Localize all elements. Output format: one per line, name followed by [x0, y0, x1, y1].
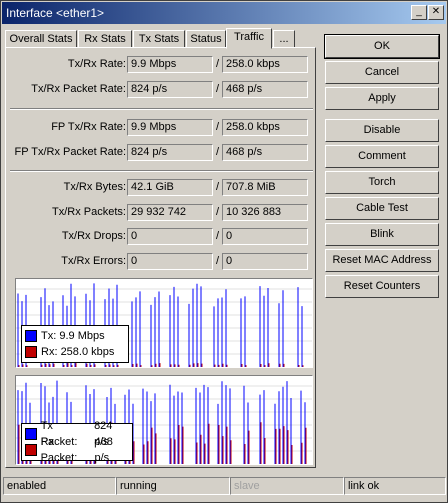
- comment-button[interactable]: Comment: [325, 145, 439, 168]
- tab-traffic[interactable]: Traffic: [226, 28, 272, 49]
- separator: [10, 170, 313, 172]
- rx-drops-field: 0: [222, 228, 308, 245]
- legend-rx-packet: Rx Packet: 468 p/s: [25, 436, 129, 464]
- legend-rx: Rx: 258.0 kbps: [25, 344, 125, 360]
- tx-rx-errors-label: Tx/Rx Errors:: [61, 255, 126, 267]
- fp-tx-rate-field: 9.9 Mbps: [127, 119, 213, 136]
- status-link: link ok: [344, 477, 446, 495]
- status-enabled: enabled: [3, 477, 116, 495]
- title-bar[interactable]: Interface <ether1> _ ✕: [2, 2, 446, 24]
- tx-drops-field: 0: [127, 228, 213, 245]
- traffic-legend: Tx: 9.9 Mbps Rx: 258.0 kbps: [21, 325, 129, 363]
- legend-rx-label: Rx:: [41, 346, 58, 358]
- slash: /: [216, 206, 220, 218]
- fp-rx-packet-rate-field: 468 p/s: [222, 144, 308, 161]
- slash: /: [216, 146, 220, 158]
- tx-swatch: [25, 428, 37, 440]
- rx-bytes-field: 707.8 MiB: [222, 179, 308, 196]
- tx-packets-field: 29 932 742: [127, 204, 213, 221]
- slash: /: [216, 121, 220, 133]
- fp-tx-rx-rate-label: FP Tx/Rx Rate:: [51, 121, 126, 133]
- packet-legend: Tx Packet: 824 p/s Rx Packet: 468 p/s: [21, 420, 133, 464]
- tx-rx-packets-label: Tx/Rx Packets:: [52, 206, 126, 218]
- tx-errors-field: 0: [127, 253, 213, 270]
- status-running: running: [116, 477, 230, 495]
- slash: /: [216, 181, 220, 193]
- fp-tx-rx-packet-rate-label: FP Tx/Rx Packet Rate:: [14, 146, 126, 158]
- legend-tx-label: Tx:: [41, 330, 57, 342]
- tx-rate-field: 9.9 Mbps: [127, 56, 213, 73]
- tx-bytes-field: 42.1 GiB: [127, 179, 213, 196]
- fp-rx-rate-field: 258.0 kbps: [222, 119, 308, 136]
- reset-mac-address-button[interactable]: Reset MAC Address: [325, 249, 439, 272]
- tx-rx-packet-rate-label: Tx/Rx Packet Rate:: [31, 83, 126, 95]
- fp-tx-packet-rate-field: 824 p/s: [127, 144, 213, 161]
- packet-graph: Tx Packet: 824 p/s Rx Packet: 468 p/s: [15, 375, 313, 465]
- ok-button[interactable]: OK: [324, 34, 440, 59]
- tab-tx-stats[interactable]: Tx Stats: [133, 30, 185, 48]
- slash: /: [216, 255, 220, 267]
- blink-button[interactable]: Blink: [325, 223, 439, 246]
- minimize-icon[interactable]: _: [411, 5, 427, 20]
- cancel-button[interactable]: Cancel: [325, 61, 439, 84]
- traffic-panel: Tx/Rx Rate: 9.9 Mbps / 258.0 kbps Tx/Rx …: [5, 47, 316, 468]
- tx-rx-bytes-label: Tx/Rx Bytes:: [63, 181, 126, 193]
- tab-more[interactable]: ...: [273, 30, 295, 48]
- reset-counters-button[interactable]: Reset Counters: [325, 275, 439, 298]
- disable-button[interactable]: Disable: [325, 119, 439, 142]
- tx-packet-rate-field: 824 p/s: [127, 81, 213, 98]
- tab-status[interactable]: Status: [186, 30, 226, 48]
- traffic-graph: Tx: 9.9 Mbps Rx: 258.0 kbps: [15, 278, 313, 368]
- slash: /: [216, 58, 220, 70]
- legend-rx-packet-value: 468 p/s: [94, 436, 113, 464]
- legend-tx-value: 9.9 Mbps: [59, 330, 105, 342]
- slash: /: [216, 230, 220, 242]
- slash: /: [216, 83, 220, 95]
- tab-overall-stats[interactable]: Overall Stats: [5, 30, 77, 48]
- apply-button[interactable]: Apply: [325, 87, 439, 110]
- rx-errors-field: 0: [222, 253, 308, 270]
- tx-rx-rate-label: Tx/Rx Rate:: [67, 58, 126, 70]
- rx-rate-field: 258.0 kbps: [222, 56, 308, 73]
- cable-test-button[interactable]: Cable Test: [325, 197, 439, 220]
- tab-rx-stats[interactable]: Rx Stats: [78, 30, 132, 48]
- window-title: Interface <ether1>: [6, 6, 105, 20]
- tx-rx-drops-label: Tx/Rx Drops:: [61, 230, 126, 242]
- rx-swatch: [25, 444, 37, 456]
- status-slave: slave: [230, 477, 344, 495]
- separator: [10, 108, 313, 110]
- interface-window: Interface <ether1> _ ✕ Overall Stats Rx …: [0, 0, 448, 503]
- close-icon[interactable]: ✕: [428, 5, 444, 20]
- rx-packets-field: 10 326 883: [222, 204, 308, 221]
- legend-tx: Tx: 9.9 Mbps: [25, 328, 125, 344]
- tx-swatch: [25, 330, 37, 342]
- rx-packet-rate-field: 468 p/s: [222, 81, 308, 98]
- rx-swatch: [25, 346, 37, 358]
- legend-rx-value: 258.0 kbps: [60, 346, 115, 358]
- torch-button[interactable]: Torch: [325, 171, 439, 194]
- legend-rx-packet-label: Rx Packet:: [40, 436, 78, 464]
